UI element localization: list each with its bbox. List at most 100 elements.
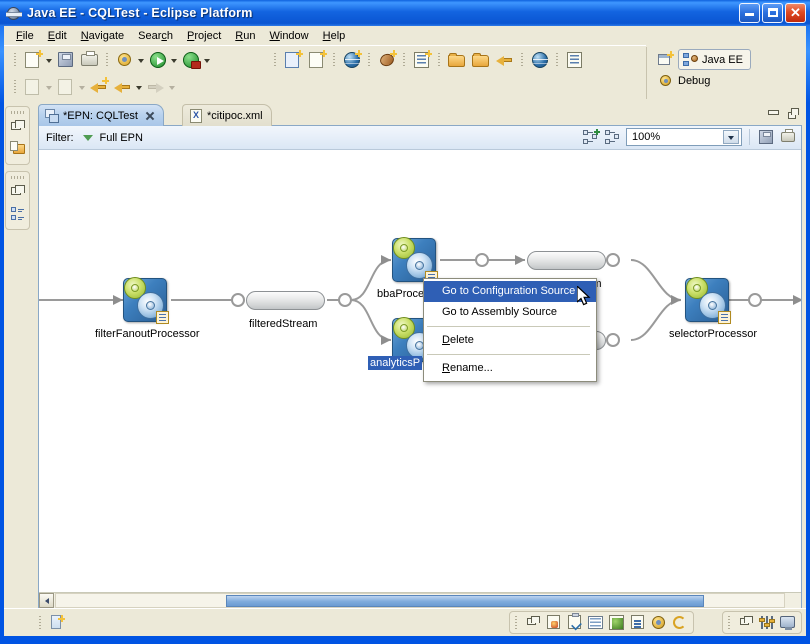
node-filteredStream[interactable] xyxy=(246,291,325,310)
export-dropdown-arrow xyxy=(78,76,87,98)
chevron-down-icon[interactable] xyxy=(723,130,739,144)
menu-item-rename[interactable]: Rename... xyxy=(424,358,596,379)
new-document-icon[interactable] xyxy=(47,613,66,632)
run-dropdown-arrow[interactable] xyxy=(170,49,179,71)
save-icon[interactable] xyxy=(55,49,77,71)
run-icon[interactable] xyxy=(147,49,169,71)
console-view-icon[interactable] xyxy=(778,613,797,632)
toolbar-grip-6[interactable] xyxy=(401,51,408,69)
perspective-java-ee[interactable]: Java EE xyxy=(678,49,751,70)
print-icon[interactable] xyxy=(79,49,101,71)
servers-view-icon[interactable] xyxy=(544,613,563,632)
properties-view-icon-2[interactable] xyxy=(586,613,605,632)
properties-view-icon[interactable] xyxy=(564,49,586,71)
filter-value[interactable]: Full EPN xyxy=(100,132,143,144)
debug-dropdown-arrow[interactable] xyxy=(137,49,146,71)
epn-diagram-canvas[interactable]: filterFanoutProcessor filteredStream bba… xyxy=(39,150,801,608)
back-history-icon[interactable] xyxy=(88,76,110,98)
trim-grip-4[interactable] xyxy=(513,615,520,631)
restore-icon-2[interactable] xyxy=(8,183,27,202)
restore-icon-4[interactable] xyxy=(736,613,755,632)
export-icon[interactable] xyxy=(55,76,77,98)
auto-layout-icon[interactable] xyxy=(582,128,600,146)
toolbar-grip-2[interactable] xyxy=(104,51,111,69)
close-icon[interactable] xyxy=(144,110,155,121)
restore-icon[interactable] xyxy=(8,118,27,137)
toolbar-grip[interactable] xyxy=(12,51,19,69)
run-external-dropdown-arrow[interactable] xyxy=(203,49,212,71)
project-explorer-icon[interactable] xyxy=(8,139,27,158)
import-icon[interactable] xyxy=(22,76,44,98)
close-button[interactable]: ✕ xyxy=(785,3,806,23)
toolbar-grip-5[interactable] xyxy=(366,51,373,69)
new-web-service-icon[interactable] xyxy=(341,49,363,71)
open-package-icon[interactable] xyxy=(446,49,468,71)
editor-area: *EPN: CQLTest *citipoc.xml xyxy=(36,104,804,610)
editor-panel: Filter: Full EPN 100% filterFanoutProces… xyxy=(38,125,802,609)
horizontal-scrollbar[interactable] xyxy=(39,592,801,608)
toolbar-grip-8[interactable] xyxy=(519,51,526,69)
menu-project[interactable]: Project xyxy=(180,28,228,44)
tab-citipoc-xml[interactable]: *citipoc.xml xyxy=(182,104,272,126)
new-jsp-icon[interactable] xyxy=(306,49,328,71)
open-perspective-icon[interactable] xyxy=(658,51,674,67)
run-external-tools-icon[interactable] xyxy=(180,49,202,71)
filters-icon[interactable] xyxy=(757,613,776,632)
debug-perspective-icon[interactable] xyxy=(658,73,673,88)
maximize-button[interactable] xyxy=(762,3,783,23)
menu-run[interactable]: Run xyxy=(228,28,262,44)
perspective-debug-label[interactable]: Debug xyxy=(678,75,710,87)
trim-grip-3[interactable] xyxy=(37,615,44,631)
debug-view-icon[interactable] xyxy=(649,613,668,632)
export-view-icon[interactable] xyxy=(628,613,647,632)
toolbar-grip-7[interactable] xyxy=(436,51,443,69)
filter-dropdown-icon[interactable] xyxy=(82,132,94,143)
menu-search[interactable]: Search xyxy=(131,28,180,44)
node-bidAskBBAStream[interactable] xyxy=(527,251,606,270)
web-browser-icon[interactable] xyxy=(529,49,551,71)
progress-icon[interactable] xyxy=(670,613,689,632)
menu-edit[interactable]: Edit xyxy=(41,28,74,44)
menu-window[interactable]: Window xyxy=(262,28,315,44)
menu-item-go-to-assembly-source[interactable]: Go to Assembly Source xyxy=(424,302,596,323)
minimize-button[interactable] xyxy=(739,3,760,23)
menu-item-delete[interactable]: Delete xyxy=(424,330,596,351)
menu-navigate[interactable]: Navigate xyxy=(74,28,131,44)
menu-item-go-to-configuration-source[interactable]: Go to Configuration Source xyxy=(424,281,596,302)
open-task-icon[interactable] xyxy=(494,49,516,71)
snippets-view-icon[interactable] xyxy=(607,613,626,632)
new-dropdown-arrow[interactable] xyxy=(45,49,54,71)
tab-epn-cqltest[interactable]: *EPN: CQLTest xyxy=(38,104,164,126)
new-editor-icon[interactable] xyxy=(282,49,304,71)
save-as-image-icon[interactable] xyxy=(757,128,775,146)
restore-icon-3[interactable] xyxy=(523,613,542,632)
align-icon[interactable] xyxy=(604,128,622,146)
menu-file[interactable]: FFileile xyxy=(9,28,41,44)
toolbar-grip-3[interactable] xyxy=(272,51,279,69)
back-dropdown-arrow[interactable] xyxy=(135,76,144,98)
toolbar-grip-4[interactable] xyxy=(331,51,338,69)
debug-icon[interactable] xyxy=(114,49,136,71)
minimize-icon[interactable] xyxy=(767,107,780,120)
toolbar-grip-9[interactable] xyxy=(554,51,561,69)
back-icon[interactable] xyxy=(112,76,134,98)
open-type-icon[interactable] xyxy=(470,49,492,71)
tasks-view-icon[interactable] xyxy=(565,613,584,632)
menu-help[interactable]: Help xyxy=(316,28,353,44)
new-ejb-icon[interactable] xyxy=(376,49,398,71)
trim-grip-5[interactable] xyxy=(726,615,733,631)
toolbar-grip-10[interactable] xyxy=(12,78,19,96)
maximize-icon[interactable] xyxy=(787,107,800,120)
context-menu[interactable]: Go to Configuration Source Go to Assembl… xyxy=(423,278,597,382)
scroll-left-icon[interactable] xyxy=(39,593,54,608)
scrollbar-thumb[interactable] xyxy=(226,595,704,607)
zoom-combo[interactable]: 100% xyxy=(626,128,742,146)
scrollbar-track[interactable] xyxy=(55,593,785,608)
new-enterprise-app-icon[interactable] xyxy=(411,49,433,71)
trim-stack-project-explorer xyxy=(5,106,30,165)
outline-view-icon[interactable] xyxy=(8,204,27,223)
trim-grip[interactable] xyxy=(11,111,24,114)
trim-grip-2[interactable] xyxy=(11,176,24,179)
new-wizard-icon[interactable] xyxy=(22,49,44,71)
print-diagram-icon[interactable] xyxy=(779,128,797,146)
